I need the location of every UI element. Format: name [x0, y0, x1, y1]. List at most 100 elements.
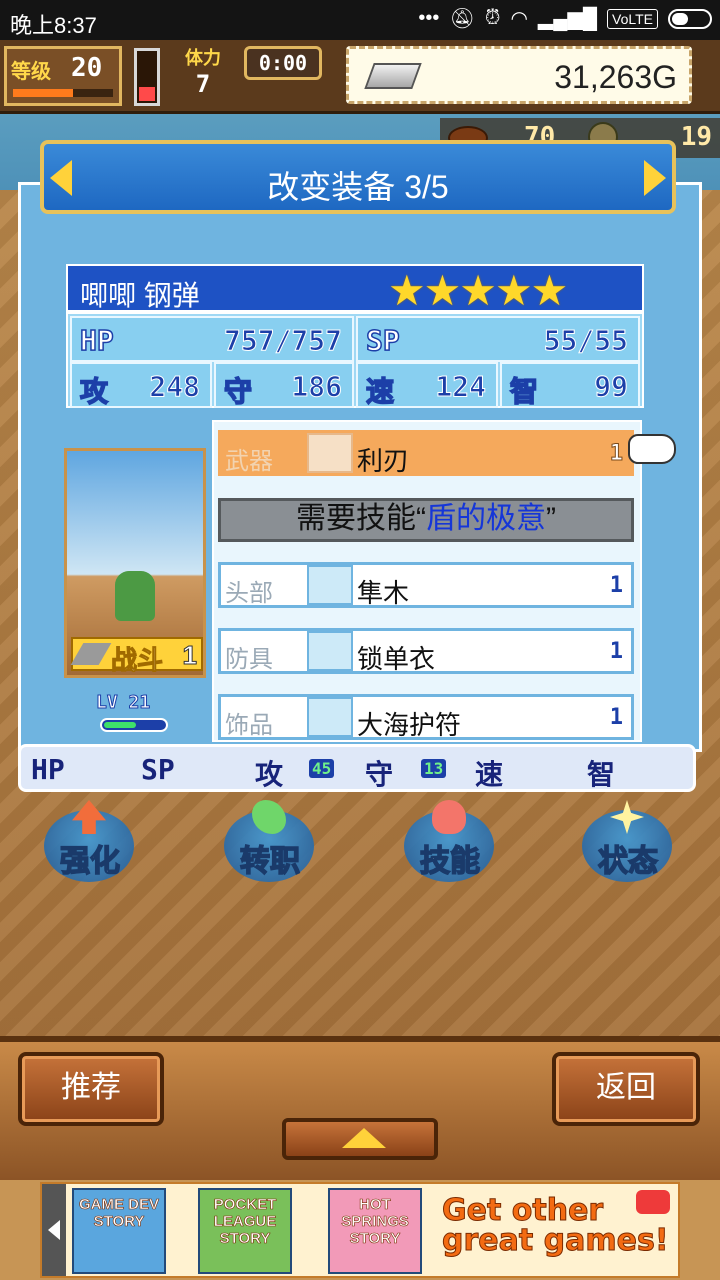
slot-item: 锁单衣 — [357, 644, 436, 674]
level-progress-fill — [13, 89, 73, 97]
skills-label: 技能 — [419, 843, 481, 880]
diff-spd-label: 速 — [475, 758, 504, 791]
stamina-fill — [139, 87, 155, 101]
sword-icon — [70, 643, 112, 665]
next-character-button[interactable] — [644, 160, 666, 196]
int-cell: 智 99 — [500, 362, 640, 409]
atk-label: 攻 — [79, 374, 109, 409]
alarm-icon: ⏰︎ — [484, 7, 501, 29]
sp-value: 55/55 — [543, 324, 628, 358]
dots-icon: ••• — [418, 7, 440, 29]
atk-cell: 攻 248 — [70, 362, 212, 409]
recommend-button[interactable]: 推荐 — [18, 1052, 164, 1126]
diff-def-delta: 13 — [421, 759, 447, 778]
diff-sp-label: SP — [141, 753, 175, 786]
slot-qty: 1 — [609, 441, 623, 467]
hp-value: 757/757 — [223, 324, 342, 358]
slot-accessory[interactable]: 饰品 大海护符 1 — [218, 694, 634, 740]
chevron-left-icon — [48, 1220, 60, 1240]
hp-label: HP — [79, 323, 114, 358]
status-button[interactable]: 状态 — [578, 800, 678, 890]
gold-box: 31,263G — [346, 46, 692, 104]
character-portrait: 战斗 1 — [64, 448, 206, 678]
ad-game-tile[interactable]: POCKET LEAGUE STORY — [198, 1188, 292, 1274]
change-job-button[interactable]: 转职 — [220, 800, 320, 890]
slot-category: 饰品 — [225, 712, 273, 739]
character-name: 唧唧 钢弹 — [80, 280, 200, 311]
equipment-list: 武器 利刃 1 需要技能“盾的极意” 头部 隼木 1 防具 锁单衣 1 饰品 大… — [212, 420, 642, 742]
slot-category: 防具 — [225, 646, 273, 673]
diff-atk-delta: 45 — [309, 759, 335, 778]
stat-change-bar: HP SP 攻 45 守 13 速 智 — [18, 744, 696, 792]
sp-cell: SP 55/55 — [356, 316, 640, 362]
slot-qty: 1 — [609, 639, 623, 664]
diff-def-label: 守 — [365, 758, 394, 791]
int-value: 99 — [594, 370, 629, 404]
expand-up-button[interactable] — [282, 1118, 438, 1160]
slot-item: 利刃 — [357, 446, 410, 476]
requirement-skill: 盾的极意 — [426, 502, 546, 535]
character-sprite — [115, 571, 155, 621]
slot-head[interactable]: 头部 隼木 1 — [218, 562, 634, 608]
skills-button[interactable]: 技能 — [400, 800, 500, 890]
slot-qty: 1 — [609, 573, 623, 598]
def-cell: 守 186 — [214, 362, 354, 409]
diff-hp-label: HP — [31, 753, 65, 786]
share-icon[interactable] — [636, 1190, 670, 1214]
battery-icon — [668, 8, 712, 29]
slot-armor[interactable]: 防具 锁单衣 1 — [218, 628, 634, 674]
level-box: 等级 20 — [4, 46, 122, 106]
ad-game-tile[interactable]: HOT SPRINGS STORY — [328, 1188, 422, 1274]
title-bar: 改变装备 3/5 — [40, 140, 676, 214]
character-name-row: 唧唧 钢弹 ★★★★★ — [66, 264, 644, 314]
coin-count: 19 — [680, 122, 712, 152]
spd-cell: 速 124 — [356, 362, 498, 409]
chainmail-icon — [307, 631, 353, 671]
change-job-label: 转职 — [239, 843, 301, 880]
hp-cell: HP 757/757 — [70, 316, 354, 362]
slot-category: 头部 — [225, 580, 273, 607]
slot-item: 大海护符 — [357, 710, 462, 740]
status-icons: ••• 🔕︎ ⏰︎ ◠ ▂▄▆█ VoLTE — [418, 6, 712, 31]
slot-weapon[interactable]: 武器 利刃 1 — [218, 430, 634, 476]
level-label: 等级 — [11, 59, 51, 83]
signal-icon: ▂▄▆█ — [537, 8, 597, 30]
spd-value: 124 — [435, 370, 487, 404]
spd-label: 速 — [365, 374, 395, 409]
ad-prev-button[interactable] — [42, 1184, 66, 1276]
job-level: 1 — [182, 640, 198, 671]
volte-badge: VoLTE — [607, 8, 658, 29]
sp-label: SP — [365, 323, 400, 358]
ad-game-tile[interactable]: GAME DEV STORY — [72, 1188, 166, 1274]
back-button[interactable]: 返回 — [552, 1052, 700, 1126]
amulet-icon — [307, 697, 353, 737]
silver-ingot-icon — [364, 63, 422, 89]
status-time: 晚上8:37 — [10, 13, 97, 38]
exp-bar — [100, 718, 168, 732]
int-label: 智 — [509, 374, 539, 409]
slot-qty: 1 — [609, 705, 623, 730]
rest-label: 体力 — [185, 48, 221, 69]
character-level: LV 21 — [95, 692, 151, 714]
helmet-icon — [307, 565, 353, 605]
star-rating: ★★★★★ — [388, 267, 568, 314]
stat-grid: HP 757/757 SP 55/55 攻 248 守 186 速 124 智 … — [66, 312, 644, 409]
mute-icon: 🔕︎ — [449, 8, 475, 30]
level-value: 20 — [71, 53, 103, 83]
skill-requirement-banner: 需要技能“盾的极意” — [218, 498, 634, 542]
status-label: 状态 — [597, 843, 659, 880]
def-label: 守 — [223, 374, 253, 409]
exp-fill — [104, 722, 136, 728]
requirement-prefix: 需要技能“ — [296, 502, 426, 535]
upgrade-button[interactable]: 强化 — [40, 800, 140, 890]
top-hud: 等级 20 体力 7 0:00 31,263G — [0, 40, 720, 114]
gold-value: 31,263G — [554, 59, 677, 95]
ad-banner[interactable]: GAME DEV STORY POCKET LEAGUE STORY HOT S… — [40, 1182, 680, 1278]
rest-value: 7 — [195, 70, 211, 98]
job-name: 战斗 — [110, 645, 164, 676]
triangle-up-icon — [342, 1128, 386, 1148]
sword-icon — [307, 433, 353, 473]
diff-atk-label: 攻 — [255, 758, 284, 791]
rest-box: 体力 7 — [170, 44, 236, 108]
upgrade-label: 强化 — [59, 843, 121, 880]
